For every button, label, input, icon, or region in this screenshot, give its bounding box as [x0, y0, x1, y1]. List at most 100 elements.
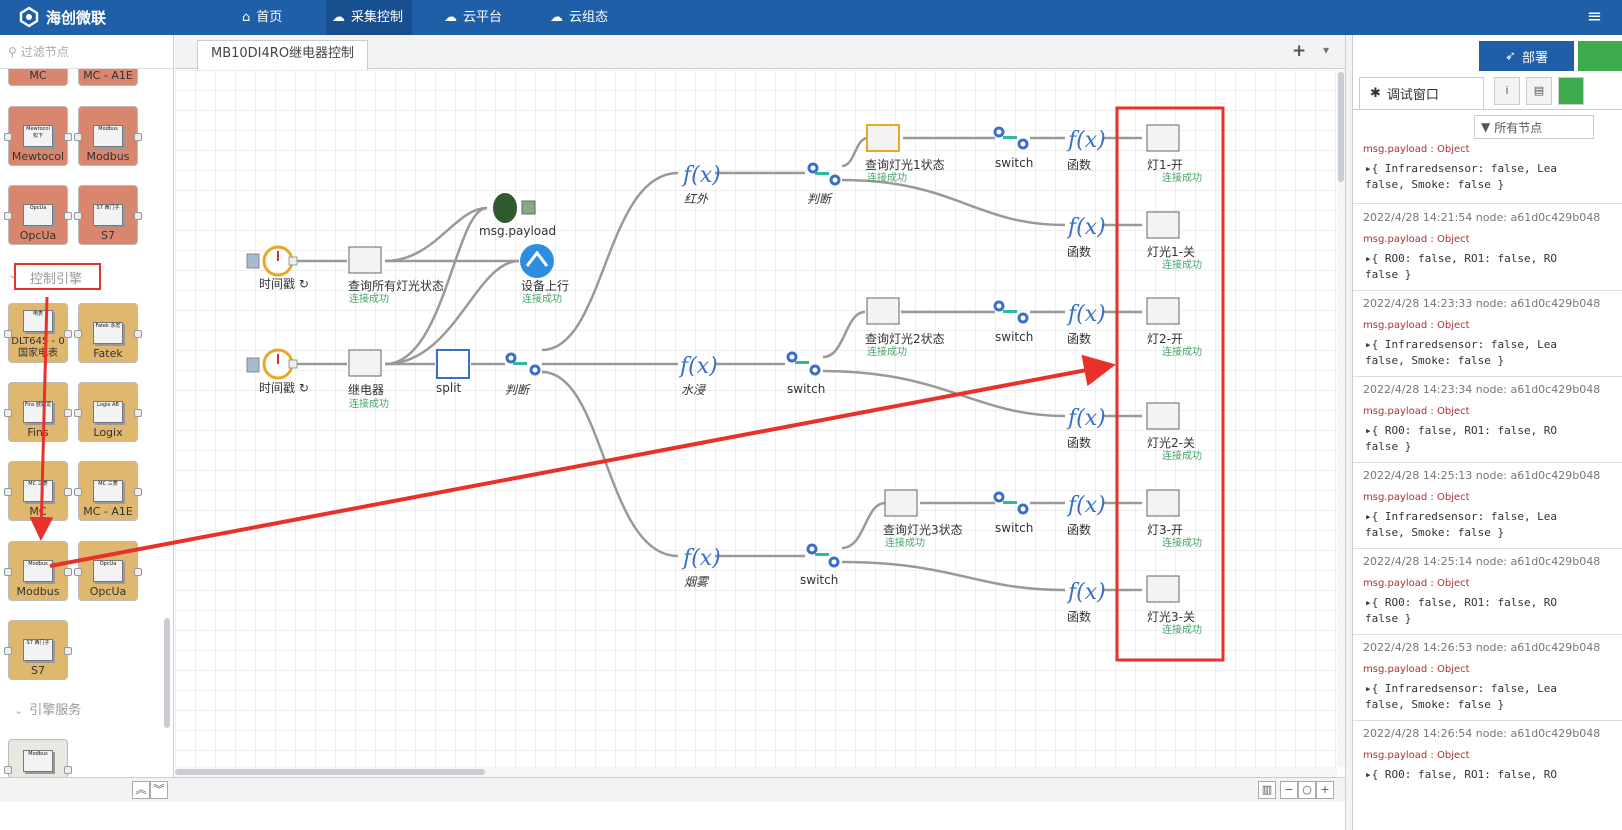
message-meta: 2022/4/28 14:25:13 node: a61d0c429b048 — [1363, 469, 1601, 482]
palette-node-mca1e-partial[interactable]: MC - A1E — [78, 69, 138, 86]
zoom-out-button[interactable]: − — [1280, 781, 1298, 799]
category-control-engine[interactable]: ⌄ 控制引擎 — [8, 263, 101, 290]
deploy-options-button[interactable] — [1578, 41, 1622, 71]
nav-home[interactable]: ⌂ 首页 — [242, 0, 302, 35]
svg-text:f(x): f(x) — [1066, 215, 1106, 240]
palette-node-s7-control[interactable]: S7 西门子 S7 — [4, 620, 72, 680]
palette-node-opcua-control[interactable]: OpcUa OpcUa — [74, 541, 142, 601]
deploy-button[interactable]: ➶ 部署 — [1479, 41, 1574, 71]
inject-node-2[interactable] — [246, 348, 298, 380]
palette-node-mewtocol[interactable]: Mewtocol 松下 Mewtocol — [4, 106, 72, 166]
svg-text:f(x): f(x) — [681, 163, 721, 188]
switch-node-icons — [505, 126, 1029, 568]
tab-debug[interactable]: ✱ 调试窗口 — [1359, 77, 1484, 109]
nav-cloud-platform[interactable]: ☁ 云平台 — [444, 0, 514, 35]
workspace-tabbar: MB10DI4RO继电器控制 + ▾ — [175, 35, 1345, 70]
category-label: 引擎服务 — [29, 703, 82, 718]
palette-node-label: MC - A1E — [83, 505, 133, 518]
bug-icon[interactable] — [493, 193, 536, 223]
palette-node-dlt645[interactable]: 电表 DLT645 - 0 国家电表 — [4, 303, 72, 363]
message-body[interactable]: ▸{ Infraredsensor: false, Lea false, Smo… — [1353, 161, 1622, 193]
debug-message[interactable]: 2022/4/28 14:25:13 node: a61d0c429b048 m… — [1353, 469, 1622, 541]
palette-node-mc-partial[interactable]: MC — [8, 69, 68, 86]
palette-filter-input[interactable]: ⚲ 过滤节点 — [0, 35, 173, 69]
status-label: 连接成功 — [1162, 347, 1202, 358]
message-body[interactable]: ▸{ RO0: false, RO1: false, RO false } — [1353, 595, 1622, 627]
canvas-horizontal-scrollbar[interactable] — [175, 767, 1337, 777]
palette-node-label: Logix — [93, 426, 123, 439]
palette-node-opcua[interactable]: OpcUa OpcUa — [4, 185, 72, 245]
add-tab-icon[interactable]: + — [1292, 41, 1306, 61]
debug-message[interactable]: 2022/4/28 14:25:14 node: a61d0c429b048 m… — [1353, 555, 1622, 627]
palette-node-label: OpcUa — [19, 229, 57, 242]
app-logo[interactable]: 海创微联 — [18, 6, 106, 28]
message-body[interactable]: ▸{ Infraredsensor: false, Lea false, Smo… — [1353, 681, 1622, 713]
fn-label: 函数 — [1067, 332, 1092, 346]
debug-filter-dropdown[interactable]: ▼ 所有节点 — [1474, 115, 1594, 139]
info-tab-icon[interactable]: i — [1494, 77, 1520, 105]
palette-collapse-down-button[interactable]: ︾ — [150, 781, 168, 799]
message-topic: msg.payload : Object — [1363, 320, 1470, 331]
palette-node-fins[interactable]: Fins 欧姆龙 Fins — [4, 382, 72, 442]
palette-node-modbus-service[interactable]: Modbus — [4, 739, 72, 777]
message-body[interactable]: ▸{ RO0: false, RO1: false, RO false } — [1353, 251, 1622, 283]
panel-divider[interactable] — [1345, 35, 1353, 830]
nav-collect-control[interactable]: ☁ 采集控制 — [326, 0, 412, 35]
message-meta: 2022/4/28 14:25:14 node: a61d0c429b048 — [1363, 555, 1601, 568]
debug-message[interactable]: 2022/4/28 14:21:54 node: a61d0c429b048 m… — [1353, 211, 1622, 283]
filter-label: 所有节点 — [1494, 120, 1543, 135]
palette-node-fatek[interactable]: Fatek 永宏 Fatek — [74, 303, 142, 363]
debug-message[interactable]: 2022/4/28 14:23:33 node: a61d0c429b048 m… — [1353, 297, 1622, 369]
node-chip-icon: S7 西门子 — [93, 204, 123, 226]
status-label: 连接成功 — [349, 294, 389, 305]
palette-scrollbar[interactable] — [164, 618, 170, 728]
category-engine-service[interactable]: ⌄ 引擎服务 — [14, 699, 81, 718]
message-topic: msg.payload : Object — [1363, 664, 1470, 675]
node-chip-icon: Fins 欧姆龙 — [23, 401, 53, 423]
node-chip-icon: MC 三菱 — [93, 480, 123, 502]
message-divider — [1353, 720, 1622, 721]
nav-cloud-label: 云平台 — [463, 10, 503, 25]
canvas-vertical-scrollbar[interactable] — [1337, 70, 1345, 767]
message-meta: 2022/4/28 14:26:54 node: a61d0c429b048 — [1363, 727, 1601, 740]
palette-node-mc[interactable]: MC 三菱 MC — [4, 461, 72, 521]
message-body[interactable]: ▸{ RO0: false, RO1: false, RO — [1353, 767, 1622, 783]
message-topic: msg.payload : Object — [1363, 750, 1470, 761]
flow-canvas[interactable]: f(x) f(x) f(x) f(x) f(x) f(x) f(x) f(x) … — [175, 70, 1337, 767]
message-topic: msg.payload : Object — [1363, 578, 1470, 589]
svg-text:f(x): f(x) — [1066, 580, 1106, 605]
palette-node-modbus[interactable]: Modbus Modbus — [74, 106, 142, 166]
message-divider — [1353, 203, 1622, 204]
zoom-in-button[interactable]: + — [1316, 781, 1334, 799]
zoom-reset-button[interactable]: ○ — [1298, 781, 1316, 799]
debug-message[interactable]: 2022/4/28 14:26:53 node: a61d0c429b048 m… — [1353, 641, 1622, 713]
inject-node-1[interactable] — [246, 245, 298, 277]
palette-node-label: Fatek — [93, 347, 123, 360]
palette-collapse-up-button[interactable]: ︽ — [132, 781, 150, 799]
message-body[interactable]: ▸{ Infraredsensor: false, Lea false, Smo… — [1353, 337, 1622, 369]
tab-flow[interactable]: MB10DI4RO继电器控制 — [197, 40, 369, 70]
palette-node-s7[interactable]: S7 西门子 S7 — [74, 185, 142, 245]
palette-node-modbus-control[interactable]: Modbus Modbus — [4, 541, 72, 601]
palette-node-mc-a1e[interactable]: MC 三菱 MC - A1E — [74, 461, 142, 521]
nav-cloud-config[interactable]: ☁ 云组态 — [550, 0, 620, 35]
debug-message[interactable]: 2022/4/28 14:23:34 node: a61d0c429b048 m… — [1353, 383, 1622, 455]
tab-menu-icon[interactable]: ▾ — [1323, 43, 1329, 57]
book-tab-icon[interactable]: ▤ — [1526, 77, 1552, 105]
message-divider — [1353, 462, 1622, 463]
device-upload-icon[interactable] — [520, 244, 554, 278]
palette-node-logix[interactable]: Logix AB Logix — [74, 382, 142, 442]
top-navbar: 海创微联 ⌂ 首页 ☁ 采集控制 ☁ 云平台 ☁ 云组态 ≡ — [0, 0, 1622, 35]
split-node[interactable] — [436, 349, 470, 379]
message-body[interactable]: ▸{ RO0: false, RO1: false, RO false } — [1353, 423, 1622, 455]
svg-text:f(x): f(x) — [681, 546, 721, 571]
hamburger-menu-icon[interactable]: ≡ — [1587, 6, 1602, 27]
extra-tab-icon[interactable] — [1558, 77, 1584, 105]
status-label: 连接成功 — [867, 347, 907, 358]
debug-message[interactable]: 2022/4/28 14:26:54 node: a61d0c429b048 m… — [1353, 727, 1622, 783]
map-icon[interactable]: ▥ — [1258, 781, 1276, 799]
debug-message[interactable]: msg.payload : Object ▸{ Infraredsensor: … — [1353, 143, 1622, 193]
node-chip-icon: OpcUa — [23, 204, 53, 226]
message-body[interactable]: ▸{ Infraredsensor: false, Lea false, Smo… — [1353, 509, 1622, 541]
palette-node-label: S7 — [31, 664, 45, 677]
